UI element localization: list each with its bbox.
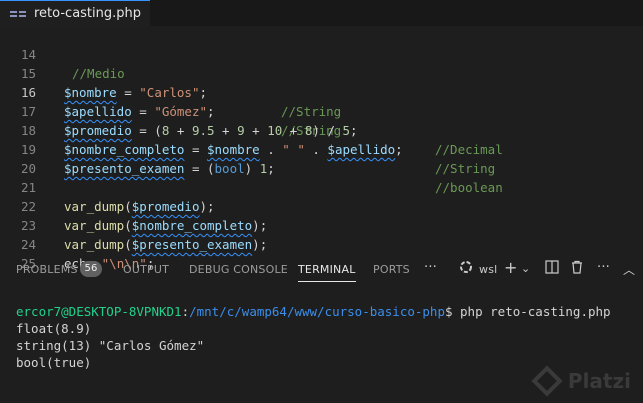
- tab-ports[interactable]: PORTS: [373, 263, 410, 276]
- terminal-output-line: bool(true): [16, 355, 92, 370]
- terminal-prompt-line: ercor7@DESKTOP-8VPNKD1:/mnt/c/wamp64/www…: [16, 303, 611, 320]
- watermark-text: Platzi: [567, 369, 631, 393]
- more-icon[interactable]: ···: [424, 260, 437, 275]
- tab-problems[interactable]: PROBLEMS: [16, 263, 78, 276]
- code-editor[interactable]: 14 //Medio 15 $nombre = "Carlos"; //Stri…: [0, 26, 643, 271]
- tab-terminal[interactable]: TERMINAL: [298, 263, 356, 282]
- prompt-user: ercor7@DESKTOP-8VPNKD1: [16, 304, 182, 319]
- dropdown-icon[interactable]: ⌄: [521, 262, 530, 275]
- code-line-16: 16 $apellido = "Gómez"; //String: [0, 64, 643, 138]
- problems-count-badge: 56: [80, 261, 102, 277]
- add-terminal-icon[interactable]: +: [504, 258, 518, 277]
- code-line-15: 15 $nombre = "Carlos"; //String: [0, 45, 643, 119]
- code-line-22: 22 var_dump($nombre_completo);: [0, 178, 643, 233]
- editor-tab-bar: reto-casting.php: [0, 0, 643, 26]
- code-line-17: 17 $promedio = (8 + 9.5 + 9 + 10 + 8) / …: [0, 83, 643, 157]
- tab-debug-console[interactable]: DEBUG CONSOLE: [189, 263, 288, 276]
- editor-tab-reto-casting[interactable]: reto-casting.php: [0, 0, 150, 26]
- split-terminal-icon[interactable]: [545, 260, 559, 278]
- panel-tab-bar: PROBLEMS 56 OUTPUT DEBUG CONSOLE TERMINA…: [0, 258, 643, 282]
- code-line-21: 21 var_dump($promedio);: [0, 159, 643, 214]
- trash-icon[interactable]: [570, 260, 584, 278]
- code-line-20: 20: [0, 140, 643, 176]
- prompt-path: /mnt/c/wamp64/www/curso-basico-php: [189, 304, 445, 319]
- platzi-logo-icon: [531, 365, 563, 397]
- tab-output[interactable]: OUTPUT: [123, 263, 169, 276]
- code-line-23: 23 var_dump($presento_examen);: [0, 197, 643, 252]
- wsl-terminal-icon[interactable]: [459, 260, 473, 278]
- maximize-icon[interactable]: ︿: [623, 261, 635, 278]
- php-file-icon: [10, 8, 28, 20]
- tab-label: reto-casting.php: [34, 6, 142, 21]
- more-icon[interactable]: ···: [597, 260, 610, 275]
- code-line-24: 24 echo "\n\n";: [0, 216, 643, 271]
- code-line-19: 19 $presento_examen = (bool) 1; //boolea…: [0, 121, 643, 195]
- prompt-separator: :: [181, 304, 190, 319]
- code-line-14: 14 //Medio: [0, 26, 643, 81]
- terminal-output-line: string(13) "Carlos Gómez": [16, 338, 205, 353]
- prompt-command: $ php reto-casting.php: [444, 304, 611, 319]
- code-line-25: 25: [0, 235, 643, 271]
- terminal-profile-label[interactable]: wsl: [479, 263, 497, 276]
- code-line-18: 18 $nombre_completo = $nombre . " " . $a…: [0, 102, 643, 176]
- platzi-watermark: Platzi: [531, 365, 631, 397]
- terminal-output-line: float(8.9): [16, 321, 92, 336]
